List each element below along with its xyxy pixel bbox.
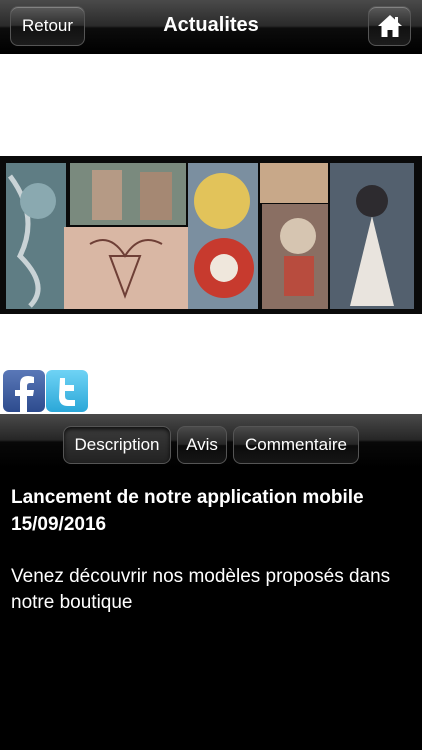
article-date: 15/09/2016	[11, 514, 107, 535]
top-navigation-bar: Retour Actualites	[0, 0, 422, 54]
twitter-button[interactable]	[46, 370, 88, 412]
twitter-icon	[59, 378, 75, 406]
article-title: Lancement de notre application mobile	[11, 487, 364, 508]
article-headline: Lancement de notre application mobile 15…	[11, 484, 411, 538]
tattoo-collage-image	[0, 156, 422, 314]
back-button[interactable]: Retour	[10, 6, 85, 46]
page-title: Actualites	[163, 14, 259, 36]
tab-description[interactable]: Description	[63, 426, 171, 464]
facebook-icon	[15, 376, 34, 412]
article-body: Venez découvrir nos modèles proposés dan…	[11, 566, 391, 613]
tab-avis[interactable]: Avis	[177, 426, 227, 464]
home-icon	[377, 15, 402, 37]
tab-bar: Description Avis Commentaire	[0, 414, 422, 468]
home-button[interactable]	[368, 6, 411, 46]
tab-commentaire[interactable]: Commentaire	[233, 426, 359, 464]
facebook-button[interactable]	[3, 370, 45, 412]
